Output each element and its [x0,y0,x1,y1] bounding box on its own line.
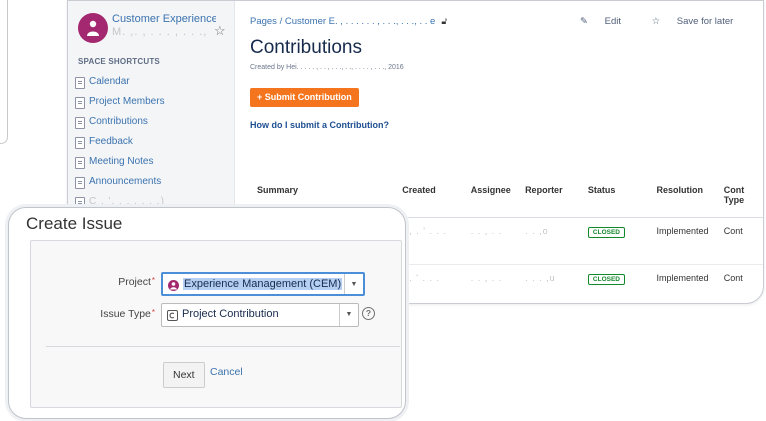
space-header[interactable]: Customer Experience M. ,. , . . . , . . … [78,11,228,47]
dialog-divider [46,346,400,347]
how-to-submit-link[interactable]: How do I submit a Contribution? [250,120,389,130]
column-header-reporter[interactable]: Reporter [525,181,588,218]
sidebar-item-feedback[interactable]: Feedback [75,133,165,153]
pencil-icon: ✎ [580,16,591,27]
cell-type: Cont [723,217,763,265]
column-header-resolution[interactable]: Resolution [656,181,724,218]
space-name[interactable]: Customer Experience M. ,. , . . . , . . … [112,13,216,39]
chevron-down-icon[interactable]: ▼ [339,304,358,326]
star-icon: ☆ [651,16,663,27]
sidebar-item-announcements[interactable]: Announcements [75,173,165,193]
page-icon [75,97,85,109]
cell-assignee: . . , . . [470,264,526,303]
column-header-status[interactable]: Status [587,181,657,218]
cell-status: CLOSED [587,217,657,265]
cell-reporter: . . ,o [525,217,588,265]
space-shortcuts-list: Calendar Project Members Contributions F… [75,73,165,213]
submit-contribution-button[interactable]: + Submit Contribution [250,88,359,107]
help-icon[interactable]: ? [362,307,375,320]
sidebar-item-meeting-notes[interactable]: Meeting Notes [75,153,165,173]
required-marker: * [151,308,155,317]
column-header-created[interactable]: Created [402,181,471,218]
cell-resolution: Implemented [656,217,724,265]
chevron-down-icon[interactable]: ▼ [344,274,363,294]
project-select[interactable]: Experience Management (CEM) ▼ [161,272,365,296]
sidebar-item-project-members[interactable]: Project Members [75,93,165,113]
status-badge: CLOSED [587,274,625,285]
space-shortcuts-title: SPACE SHORTCUTS [78,57,160,66]
page-icon [75,117,85,129]
page-icon [75,77,85,89]
lock-icon[interactable]: 🔓︎ [441,16,447,27]
breadcrumb[interactable]: Pages / Customer E. , . . . . . . , . . … [250,16,447,27]
cell-resolution: Implemented [656,264,724,303]
cell-assignee: . . , . . [470,217,526,265]
cell-status: CLOSED [587,264,657,303]
page-actions: ✎ Edit ☆ Save for later ◉ Wa [580,16,763,27]
cell-created: . , . ' . . . [402,217,471,265]
next-button[interactable]: Next [163,362,205,388]
cancel-link[interactable]: Cancel [210,366,243,378]
star-icon[interactable]: ☆ [214,23,226,39]
project-label: Project* [118,276,155,288]
project-avatar-icon [168,278,179,291]
issue-type-icon [167,308,178,321]
sidebar-item-contributions[interactable]: Contributions [75,113,165,133]
issue-type-label: Issue Type* [100,308,155,320]
space-logo-icon[interactable] [78,13,108,43]
edit-button[interactable]: ✎ Edit [580,16,635,27]
status-badge: CLOSED [587,227,625,238]
dialog-title: Create Issue [26,214,123,233]
cell-type: Cont [723,264,763,303]
cell-created: . . ' . . . [402,264,471,303]
page-icon [75,157,85,169]
sidebar-item-calendar[interactable]: Calendar [75,73,165,93]
page-icon [75,137,85,149]
page-title: Contributions [250,37,362,58]
page-icon [75,177,85,189]
column-header-type[interactable]: Cont Type [723,181,763,218]
required-marker: * [151,276,155,285]
page-metadata: Created by Hei. . . . . , . . , . . ., .… [250,64,404,71]
column-header-assignee[interactable]: Assignee [470,181,526,218]
cell-reporter: . . . ,u [525,264,588,303]
background-window-frame [0,0,8,144]
save-for-later-button[interactable]: ☆ Save for later [652,16,748,27]
issue-type-select[interactable]: Project Contribution ▼ [161,303,359,327]
